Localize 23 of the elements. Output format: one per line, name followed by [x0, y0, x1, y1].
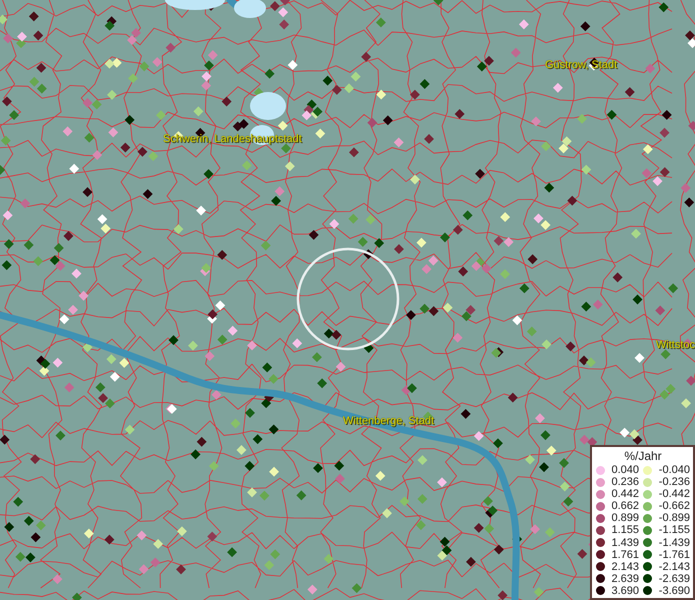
legend-label: -1.439: [658, 536, 690, 549]
legend-label: 1.439: [610, 536, 639, 549]
legend-title: %/Jahr: [623, 448, 663, 463]
legend-label: 1.155: [610, 524, 639, 537]
legend-label: -0.236: [658, 476, 690, 488]
legend-label: -0.662: [658, 500, 690, 512]
legend-label: -2.143: [658, 560, 690, 573]
legend-label: -1.761: [658, 548, 690, 561]
legend-label: 0.236: [610, 476, 639, 488]
legend-label: 2.143: [610, 560, 639, 573]
legend-label: -3.690: [658, 584, 690, 597]
legend-label: -0.040: [658, 464, 690, 476]
legend-label: 0.662: [610, 500, 639, 512]
legend-label: 2.639: [610, 572, 639, 585]
legend-label: 3.690: [610, 584, 639, 597]
legend-label: 1.761: [610, 548, 639, 561]
legend-label: -2.639: [658, 572, 690, 585]
legend-label: -0.442: [658, 488, 690, 500]
legend-label: -1.155: [658, 524, 690, 537]
legend-label: 0.442: [610, 488, 639, 500]
legend-label: -0.899: [658, 512, 690, 524]
legend-label: 0.899: [610, 512, 639, 524]
legend-label: 0.040: [610, 464, 639, 476]
